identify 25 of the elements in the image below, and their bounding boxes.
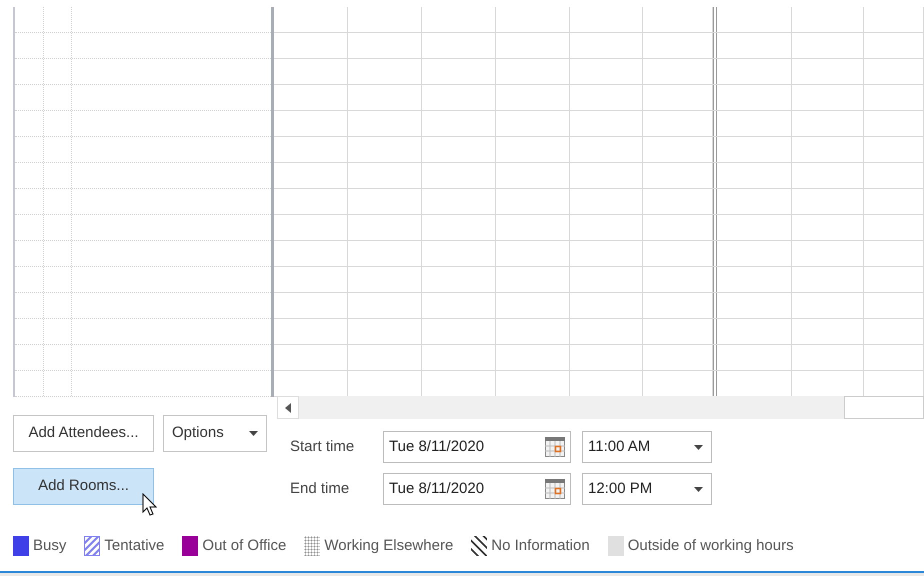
left-arrow-icon bbox=[285, 402, 291, 412]
caret-icon bbox=[249, 431, 258, 436]
scrollbar-thumb[interactable] bbox=[844, 396, 924, 419]
legend-label: Outside of working hours bbox=[628, 536, 794, 556]
time-dropdown[interactable]: 11:00 AM bbox=[582, 431, 712, 463]
time-dropdown[interactable]: 12:00 PM bbox=[582, 473, 712, 505]
legend-label: Busy bbox=[33, 536, 66, 556]
add-rooms-button[interactable]: Add Rooms... bbox=[13, 468, 154, 505]
add-attendees-button[interactable]: Add Attendees... bbox=[13, 415, 154, 452]
legend-label: Tentative bbox=[104, 536, 164, 556]
date-field[interactable]: Tue 8/11/2020 bbox=[383, 431, 571, 463]
options-dropdown[interactable]: Options bbox=[163, 415, 267, 452]
time-label: Start time bbox=[289, 436, 356, 457]
caret-icon bbox=[694, 486, 703, 492]
legend-label: Working Elsewhere bbox=[324, 536, 454, 556]
mouse-pointer-icon bbox=[142, 493, 157, 517]
legend-label: Out of Office bbox=[202, 536, 286, 556]
scroll-left-button[interactable] bbox=[277, 396, 299, 419]
caret-icon bbox=[694, 444, 703, 450]
horizontal-scrollbar[interactable] bbox=[277, 396, 924, 419]
calendar-icon[interactable] bbox=[545, 479, 565, 499]
legend-label: No Information bbox=[491, 536, 590, 556]
calendar-icon[interactable] bbox=[545, 437, 565, 457]
time-label: End time bbox=[289, 478, 350, 499]
date-field[interactable]: Tue 8/11/2020 bbox=[383, 473, 571, 505]
